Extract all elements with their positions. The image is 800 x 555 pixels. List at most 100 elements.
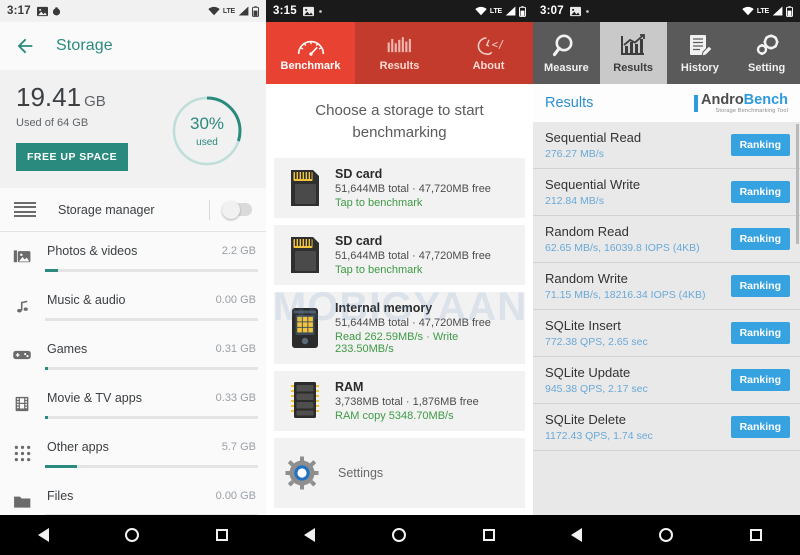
page-title: Results: [545, 95, 594, 111]
gears-icon: [756, 34, 779, 55]
androbench-logo: AndroBench Storage Benchmarking Tool: [693, 91, 788, 115]
storage-used-number: 19.41: [16, 82, 82, 112]
list-item[interactable]: Internal memory 51,644MB total · 47,720M…: [274, 291, 525, 364]
settings-label: Settings: [338, 465, 384, 480]
divider: [209, 199, 210, 220]
result-value: 1172.43 QPS, 1.74 sec: [545, 430, 653, 442]
table-row[interactable]: Random Read 62.65 MB/s, 16039.8 IOPS (4K…: [533, 216, 800, 263]
status-bar-notifications: [302, 6, 323, 17]
storage-capacity: 3,738MB total · 1,876MB free: [335, 395, 479, 408]
folder-icon: [11, 491, 33, 513]
battery-icon: [786, 5, 793, 17]
result-value: 276.27 MB/s: [545, 148, 604, 160]
wifi-icon: [742, 6, 754, 16]
ranking-button[interactable]: Ranking: [730, 369, 790, 391]
ranking-button[interactable]: Ranking: [730, 181, 790, 203]
tab-label: About: [472, 59, 505, 72]
table-row[interactable]: Photos & videos 2.2 GB: [0, 232, 266, 281]
tab-setting[interactable]: Setting: [733, 22, 800, 84]
usage-bar-fill: [45, 367, 49, 370]
status-bar-indicators: LTE: [742, 5, 793, 17]
storage-action: Tap to benchmark: [335, 196, 423, 209]
recents-square-icon[interactable]: [482, 529, 495, 541]
status-bar-notifications: [36, 6, 61, 17]
tab-measure[interactable]: Measure: [533, 22, 600, 84]
home-circle-icon[interactable]: [391, 528, 406, 542]
tab-label: Results: [379, 59, 420, 72]
image-notification-icon: [302, 6, 314, 16]
scrollbar[interactable]: [796, 124, 799, 244]
home-circle-icon[interactable]: [125, 528, 140, 542]
app-bar: Storage: [0, 22, 266, 70]
result-title: Random Write: [545, 271, 628, 286]
usage-bar-fill: [45, 269, 58, 272]
usage-bar: [45, 269, 258, 272]
table-row[interactable]: Movie & TV apps 0.33 GB: [0, 379, 266, 428]
status-bar-indicators: LTE: [208, 5, 259, 17]
ranking-button[interactable]: Ranking: [730, 228, 790, 250]
back-triangle-icon[interactable]: [304, 528, 316, 542]
table-row[interactable]: SQLite Update 945.38 QPS, 2.17 sec Ranki…: [533, 357, 800, 404]
tab-bar: Measure Results History Setting: [533, 22, 800, 84]
back-triangle-icon[interactable]: [571, 528, 583, 542]
list-item[interactable]: SD card 51,644MB total · 47,720MB free T…: [274, 157, 525, 218]
status-bar: 3:15 LTE: [266, 0, 533, 22]
storage-used-unit: GB: [84, 93, 106, 110]
storage-title: RAM: [335, 379, 364, 394]
tab-benchmark[interactable]: Benchmark: [266, 22, 355, 84]
tab-results[interactable]: Results: [355, 22, 444, 84]
table-row[interactable]: SQLite Insert 772.38 QPS, 2.65 sec Ranki…: [533, 310, 800, 357]
back-triangle-icon[interactable]: [38, 528, 50, 542]
table-row[interactable]: SQLite Delete 1172.43 QPS, 1.74 sec Rank…: [533, 404, 800, 451]
category-size: 0.00 GB: [215, 490, 256, 502]
table-row[interactable]: Games 0.31 GB: [0, 330, 266, 379]
usage-bar: [45, 367, 258, 370]
ranking-button[interactable]: Ranking: [730, 134, 790, 156]
table-row[interactable]: Random Write 71.15 MB/s, 18216.34 IOPS (…: [533, 263, 800, 310]
recents-square-icon[interactable]: [749, 529, 762, 541]
tab-results[interactable]: Results: [599, 22, 667, 84]
settings-row[interactable]: Settings: [274, 437, 525, 508]
free-up-space-button[interactable]: FREE UP SPACE: [16, 143, 129, 171]
tab-label: Setting: [747, 61, 786, 74]
ranking-button[interactable]: Ranking: [730, 275, 790, 297]
storage-category-list: Photos & videos 2.2 GB Music & audio 0.00 …: [0, 232, 266, 555]
storage-manager-label: Storage manager: [58, 202, 155, 217]
page-heading: Choose a storage to start benchmarking: [315, 102, 484, 141]
tab-label: History: [680, 61, 719, 74]
ranking-button[interactable]: Ranking: [730, 322, 790, 344]
storage-action: Tap to benchmark: [335, 263, 423, 276]
storage-manager-toggle[interactable]: [222, 200, 252, 219]
storage-title: SD card: [335, 166, 383, 181]
status-bar-indicators: LTE: [475, 5, 526, 17]
result-title: Sequential Read: [545, 130, 642, 145]
network-type-label: LTE: [489, 7, 502, 15]
usage-bar-fill: [45, 416, 49, 419]
dot-notification-icon: [318, 9, 322, 13]
list-item[interactable]: RAM 3,738MB total · 1,876MB free RAM cop…: [274, 370, 525, 431]
table-row[interactable]: Other apps 5.7 GB: [0, 428, 266, 477]
recents-square-icon[interactable]: [215, 529, 228, 541]
page-title: Storage: [56, 37, 113, 54]
chart-icon: [621, 33, 646, 55]
tab-about[interactable]: </> About: [444, 22, 533, 84]
list-item[interactable]: SD card 51,644MB total · 47,720MB free T…: [274, 224, 525, 285]
logo-text-secondary: Bench: [743, 91, 788, 108]
image-notification-icon: [569, 6, 581, 16]
wifi-icon: [208, 6, 220, 16]
ranking-button[interactable]: Ranking: [730, 416, 790, 438]
table-row[interactable]: Sequential Read 276.27 MB/s Ranking: [533, 122, 800, 169]
table-row[interactable]: Sequential Write 212.84 MB/s Ranking: [533, 169, 800, 216]
system-navigation-bar: [266, 515, 533, 555]
bar-chart-icon: [387, 36, 411, 52]
storage-title: Internal memory: [335, 300, 433, 315]
table-row[interactable]: Music & audio 0.00 GB: [0, 281, 266, 330]
storage-title: SD card: [335, 233, 383, 248]
tab-history[interactable]: History: [667, 22, 734, 84]
status-bar-time: 3:15: [273, 5, 297, 17]
storage-manager-row[interactable]: Storage manager: [0, 188, 266, 232]
arrow-back-icon[interactable]: [14, 35, 36, 57]
battery-icon: [519, 5, 526, 17]
home-circle-icon[interactable]: [658, 528, 673, 542]
gear-icon: [284, 455, 320, 491]
